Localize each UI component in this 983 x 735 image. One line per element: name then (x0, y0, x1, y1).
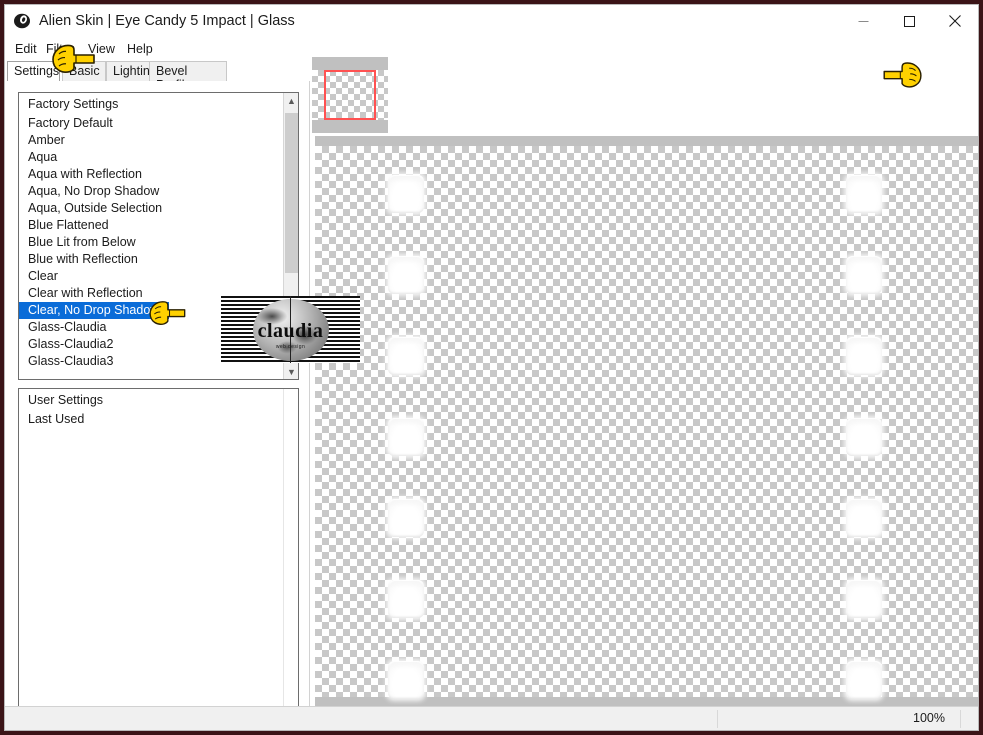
list-item[interactable]: Aqua, No Drop Shadow (19, 183, 284, 200)
user-list-scrollbar[interactable] (283, 389, 298, 730)
transparency-checkerboard (315, 146, 978, 699)
maximize-button[interactable] (886, 5, 932, 37)
scrollbar-thumb[interactable] (285, 113, 298, 273)
glass-square (388, 661, 424, 699)
alien-skin-logo-icon (13, 12, 31, 30)
status-separator (717, 710, 718, 728)
tab-settings[interactable]: Settings (7, 61, 60, 81)
glass-square (388, 337, 424, 375)
list-item[interactable]: Aqua, Outside Selection (19, 200, 284, 217)
menu-item-help[interactable]: Help (123, 41, 157, 57)
scroll-down-arrow-icon[interactable]: ▼ (284, 364, 298, 379)
list-item[interactable]: Amber (19, 132, 284, 149)
list-item[interactable]: Clear, No Drop Shadow (19, 302, 169, 319)
menu-item-edit[interactable]: Edit (11, 41, 41, 57)
maximize-icon (903, 15, 915, 27)
minimize-button[interactable] (840, 5, 886, 37)
list-item[interactable]: Blue Flattened (19, 217, 284, 234)
preview-pane: Preview Background: None ▾ (310, 38, 978, 708)
close-icon (949, 15, 961, 27)
glass-square (388, 256, 424, 294)
claudia-watermark: claudia web design (221, 296, 360, 363)
navigator-thumbnail[interactable] (312, 57, 388, 133)
glass-square (846, 661, 882, 699)
glass-square (846, 580, 882, 618)
list-item[interactable]: Clear (19, 268, 284, 285)
list-item[interactable]: Last Used (19, 411, 298, 428)
window-title: Alien Skin | Eye Candy 5 Impact | Glass (39, 13, 295, 29)
menu-item-filter[interactable]: Filter (42, 41, 78, 57)
glass-square (846, 499, 882, 537)
glass-square (388, 580, 424, 618)
tab-strip: Settings Basic Lighting Bevel Profile (5, 61, 310, 92)
status-bar: 100% (5, 706, 978, 730)
minimize-icon (858, 20, 868, 22)
glass-square (846, 256, 882, 294)
application-window: Alien Skin | Eye Candy 5 Impact | Glass … (4, 4, 979, 731)
glass-square (846, 337, 882, 375)
zoom-level-text: 100% (913, 711, 945, 725)
preview-canvas[interactable] (315, 136, 978, 708)
tab-bevel-profile[interactable]: Bevel Profile (149, 61, 227, 92)
user-settings-list: User Settings Last Used (19, 389, 298, 428)
close-button[interactable] (932, 5, 978, 37)
glass-square (846, 418, 882, 456)
title-bar: Alien Skin | Eye Candy 5 Impact | Glass (5, 5, 978, 38)
list-group-header[interactable]: Factory Settings (19, 96, 284, 113)
status-separator (960, 710, 961, 728)
settings-panel: Factory Settings Factory Default Amber Aqua… (5, 81, 310, 730)
tab-basic[interactable]: Basic (62, 61, 106, 81)
glass-square (388, 175, 424, 213)
watermark-text: claudia (257, 320, 324, 342)
list-item[interactable]: Blue Lit from Below (19, 234, 284, 251)
glass-square (846, 175, 882, 213)
watermark-subtext: web design (275, 344, 306, 350)
menu-item-view[interactable]: View (84, 41, 119, 57)
glass-square (388, 418, 424, 456)
glass-square (388, 499, 424, 537)
list-item[interactable]: Aqua with Reflection (19, 166, 284, 183)
list-item[interactable]: Aqua (19, 149, 284, 166)
list-group-header[interactable]: User Settings (19, 392, 298, 409)
list-item[interactable]: Blue with Reflection (19, 251, 284, 268)
list-item[interactable]: Factory Default (19, 115, 284, 132)
user-settings-listbox[interactable]: User Settings Last Used (18, 388, 299, 730)
scroll-up-arrow-icon[interactable]: ▲ (284, 93, 298, 108)
navigator-selection-rect[interactable] (324, 70, 376, 120)
